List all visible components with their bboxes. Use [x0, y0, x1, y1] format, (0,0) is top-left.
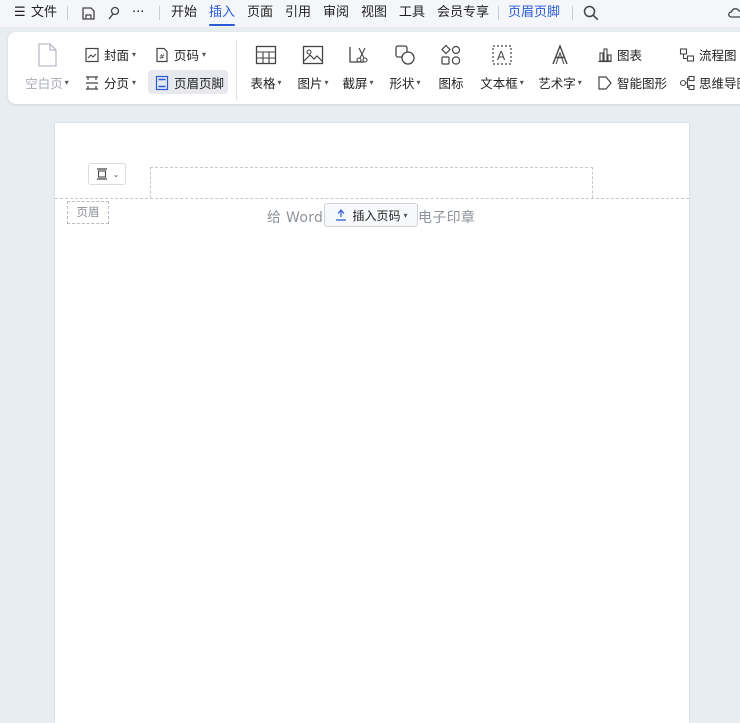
header-options-button[interactable]: ⌄	[88, 163, 126, 185]
shape-label: 形状	[389, 76, 415, 91]
table-label: 表格	[250, 76, 276, 91]
insert-page-number-button[interactable]: 插入页码 ▾	[324, 203, 418, 227]
wordart-button[interactable]: 艺术字 ▾	[535, 42, 585, 92]
divider	[572, 6, 573, 20]
blank-page-label: 空白页	[25, 76, 63, 91]
more-button[interactable]: ···	[132, 3, 144, 23]
hamburger-icon[interactable]: ☰	[14, 3, 26, 23]
header-footer-button[interactable]: 页眉页脚	[154, 73, 224, 92]
chevron-down-icon: ▾	[519, 78, 524, 87]
textbox-button[interactable]: A 文本框 ▾	[477, 42, 527, 92]
chevron-down-icon: ⌄	[112, 169, 120, 179]
chevron-down-icon: ▾	[324, 78, 329, 87]
chart-icon	[598, 47, 612, 62]
icon-library-icon	[438, 42, 464, 68]
textbox-icon: A	[489, 42, 515, 68]
ribbon-divider	[236, 40, 237, 100]
svg-text:#: #	[159, 53, 165, 61]
file-menu[interactable]: 文件	[31, 3, 57, 23]
shape-button[interactable]: 形状 ▾	[380, 42, 430, 92]
tab-page[interactable]: 页面	[247, 3, 273, 23]
chevron-down-icon: ▾	[577, 78, 582, 87]
active-tab-indicator	[209, 24, 235, 26]
chevron-down-icon: ▾	[369, 78, 374, 87]
mindmap-button[interactable]: 思维导图	[679, 73, 740, 92]
smart-graphic-icon	[598, 75, 612, 90]
page-break-icon	[86, 75, 98, 90]
table-button[interactable]: 表格 ▾	[241, 42, 291, 92]
page-break-button[interactable]: 分页 ▾	[84, 73, 136, 92]
cover-button[interactable]: 封面 ▾	[84, 45, 136, 64]
format-painter-icon[interactable]	[104, 4, 122, 22]
page-break-label: 分页	[104, 76, 130, 91]
page-number-label: 页码	[174, 48, 200, 63]
tab-home[interactable]: 开始	[171, 3, 197, 23]
header-tag: 页眉	[67, 201, 109, 224]
header-text-left: 给 Word	[267, 210, 324, 226]
textbox-label: 文本框	[480, 76, 518, 91]
chevron-down-icon: ▾	[416, 78, 421, 87]
blank-page-icon	[34, 42, 60, 68]
tab-references[interactable]: 引用	[285, 3, 311, 23]
picture-button[interactable]: 图片 ▾	[288, 42, 338, 92]
cover-icon	[85, 47, 99, 62]
chevron-down-icon: ▾	[132, 78, 137, 87]
picture-label: 图片	[297, 76, 323, 91]
icon-library-button[interactable]: 图标	[426, 42, 476, 92]
tab-member[interactable]: 会员专享	[437, 3, 489, 23]
tab-view[interactable]: 视图	[361, 3, 387, 23]
flowchart-icon	[679, 47, 695, 62]
table-icon	[253, 42, 279, 68]
screenshot-button[interactable]: 截屏 ▾	[333, 42, 383, 92]
chevron-down-icon: ▾	[403, 210, 408, 220]
header-footer-icon	[155, 75, 169, 90]
page-number-icon	[336, 209, 347, 221]
wordart-icon	[547, 42, 573, 68]
search-icon[interactable]	[582, 4, 600, 22]
chevron-down-icon: ▾	[202, 50, 207, 59]
tab-insert[interactable]: 插入	[209, 3, 235, 23]
header-boundary-line	[55, 198, 689, 199]
svg-text:A: A	[497, 49, 506, 63]
divider	[67, 6, 68, 20]
divider	[159, 6, 160, 20]
chevron-down-icon: ▾	[277, 78, 282, 87]
header-footer-label: 页眉页脚	[174, 76, 225, 91]
chart-label: 图表	[617, 48, 643, 63]
header-content-area[interactable]	[150, 167, 593, 198]
divider	[498, 6, 499, 20]
mindmap-label: 思维导图	[699, 76, 740, 91]
smart-graphic-label: 智能图形	[617, 76, 668, 91]
scissors-icon	[345, 42, 371, 68]
cover-label: 封面	[104, 48, 130, 63]
wordart-label: 艺术字	[538, 76, 576, 91]
smart-graphic-button[interactable]: 智能图形	[597, 73, 667, 92]
insert-page-number-label: 插入页码	[352, 208, 401, 223]
shape-icon	[392, 42, 418, 68]
picture-icon	[300, 42, 326, 68]
chart-button[interactable]: 图表	[597, 45, 642, 64]
page-number-button[interactable]: # 页码 ▾	[154, 45, 206, 64]
chevron-down-icon: ▾	[132, 50, 137, 59]
flowchart-button[interactable]: 流程图	[679, 45, 737, 64]
icon-library-label: 图标	[438, 76, 464, 91]
header-options-icon	[96, 168, 107, 180]
header-text-right: 电子印章	[418, 210, 476, 226]
page-number-icon: #	[156, 47, 168, 62]
blank-page-button[interactable]: 空白页 ▾	[22, 42, 72, 92]
save-icon[interactable]	[79, 4, 97, 22]
tab-tools[interactable]: 工具	[399, 3, 425, 23]
tab-review[interactable]: 审阅	[323, 3, 349, 23]
chevron-down-icon: ▾	[64, 78, 69, 87]
flowchart-label: 流程图	[699, 48, 737, 63]
mindmap-icon	[679, 75, 695, 90]
screenshot-label: 截屏	[342, 76, 368, 91]
cloud-icon[interactable]	[726, 4, 740, 22]
tab-header-footer[interactable]: 页眉页脚	[508, 3, 560, 23]
menu-bar: ☰ 文件 ··· 开始 插入 页面 引用 审阅 视图 工具 会员专享 页眉页脚	[0, 0, 740, 27]
